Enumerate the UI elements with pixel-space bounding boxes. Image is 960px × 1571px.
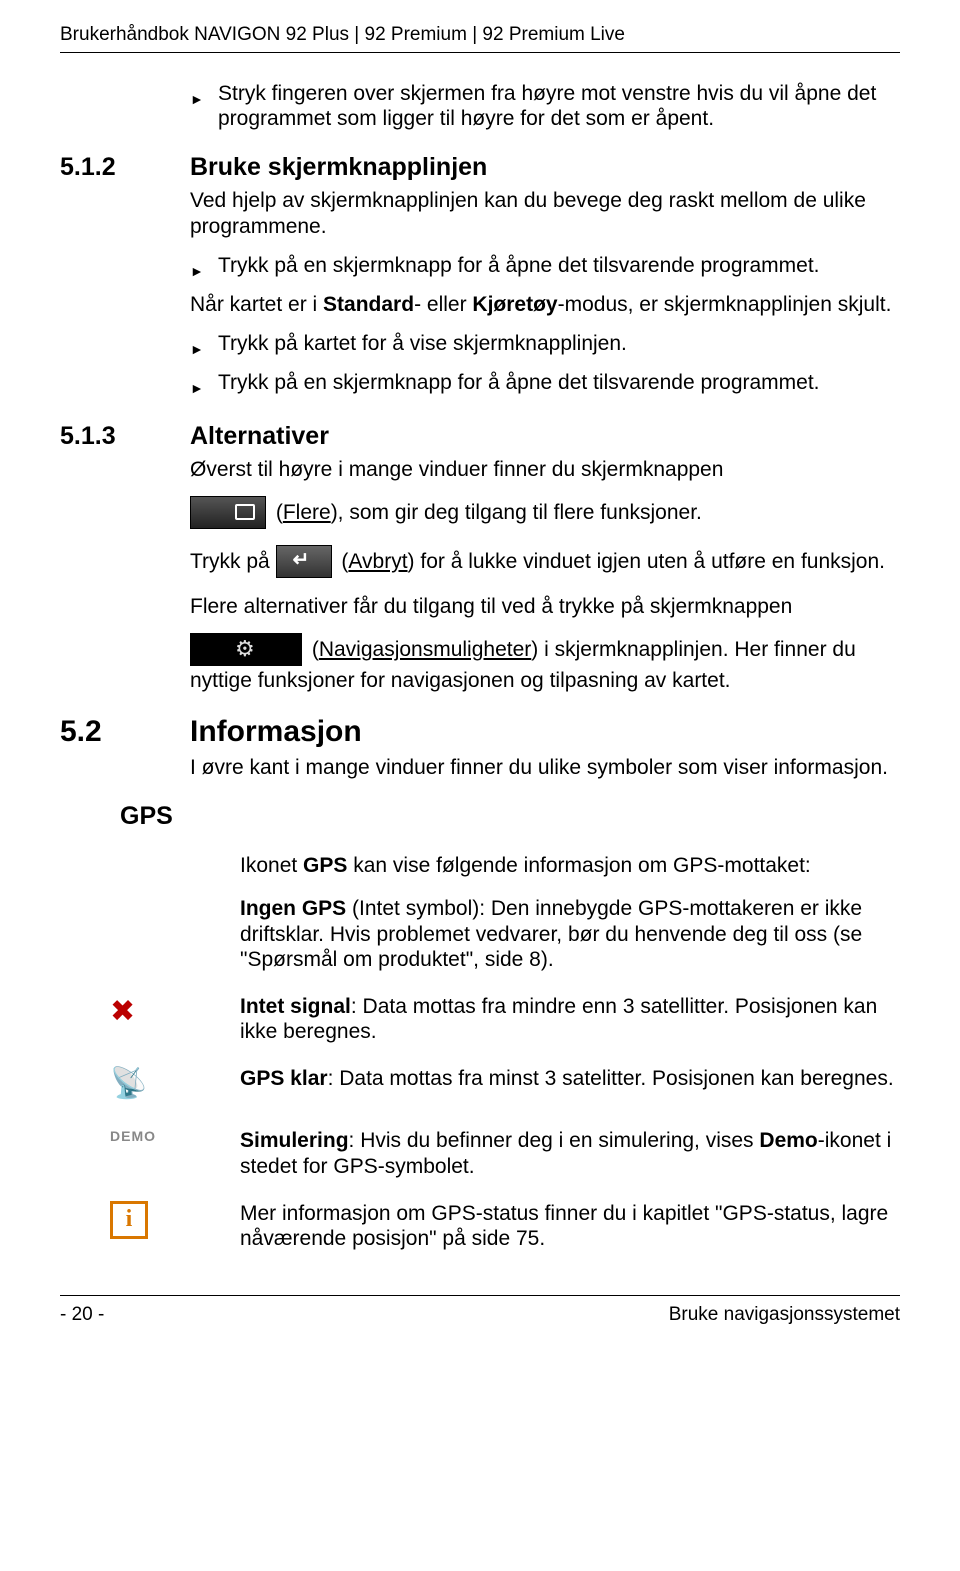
para-513-4: Flere alternativer får du tilgang til ve…: [190, 594, 900, 619]
para-513-avbryt: Trykk på (Avbryt) for å lukke vinduet ig…: [190, 545, 900, 580]
gps-demo-text: Simulering: Hvis du befinner deg i en si…: [240, 1128, 900, 1178]
page-footer: - 20 - Bruke navigasjonssystemet: [60, 1295, 900, 1326]
para-512-1: Ved hjelp av skjermknapplinjen kan du be…: [190, 188, 900, 238]
bullet-512-1: Trykk på en skjermknapp for å åpne det t…: [190, 253, 900, 282]
gps-no-signal-text: Intet signal: Data mottas fra mindre enn…: [240, 994, 900, 1044]
footer-section-name: Bruke navigasjonssystemet: [669, 1304, 900, 1326]
triangle-icon: [190, 335, 218, 360]
nav-options-button-icon: [190, 633, 302, 666]
section-title-512: Bruke skjermknapplinjen: [190, 153, 900, 182]
gps-info-text: Mer informasjon om GPS-status finner du …: [240, 1201, 900, 1251]
page-header: Brukerhåndbok NAVIGON 92 Plus | 92 Premi…: [60, 24, 900, 53]
section-number-52: 5.2: [60, 715, 102, 749]
section-title-52: Informasjon: [190, 715, 900, 749]
cancel-button-icon: [276, 545, 332, 578]
gps-heading: GPS: [120, 802, 900, 831]
para-513-nav: (Navigasjonsmuligheter) i skjermknapplin…: [190, 633, 900, 693]
gps-ready-icon: 📡: [110, 1066, 150, 1106]
bullet-512-3: Trykk på en skjermknapp for å åpne det t…: [190, 370, 900, 399]
info-icon: [110, 1201, 148, 1239]
triangle-icon: [190, 85, 218, 110]
para-513-flere: (Flere), som gir deg tilgang til flere f…: [190, 496, 900, 531]
bullet-intro: Stryk fingeren over skjermen fra høyre m…: [190, 81, 900, 131]
more-button-icon: [190, 496, 266, 529]
para-513-1: Øverst til høyre i mange vinduer finner …: [190, 457, 900, 482]
gps-no-signal-icon: ✖: [110, 994, 150, 1034]
bullet-512-2: Trykk på kartet for å vise skjermknappli…: [190, 331, 900, 360]
section-title-513: Alternativer: [190, 422, 900, 451]
gps-ready-text: GPS klar: Data mottas fra minst 3 sateli…: [240, 1066, 900, 1091]
gps-intro: Ikonet GPS kan vise følgende informasjon…: [240, 853, 900, 972]
section-number-513: 5.1.3: [60, 422, 116, 451]
gps-demo-icon: DEMO: [110, 1128, 156, 1144]
triangle-icon: [190, 374, 218, 399]
triangle-icon: [190, 257, 218, 282]
para-52-1: I øvre kant i mange vinduer finner du ul…: [190, 755, 900, 780]
para-512-2: Når kartet er i Standard- eller Kjøretøy…: [190, 292, 900, 317]
page-number: - 20 -: [60, 1304, 104, 1326]
section-number-512: 5.1.2: [60, 153, 116, 182]
